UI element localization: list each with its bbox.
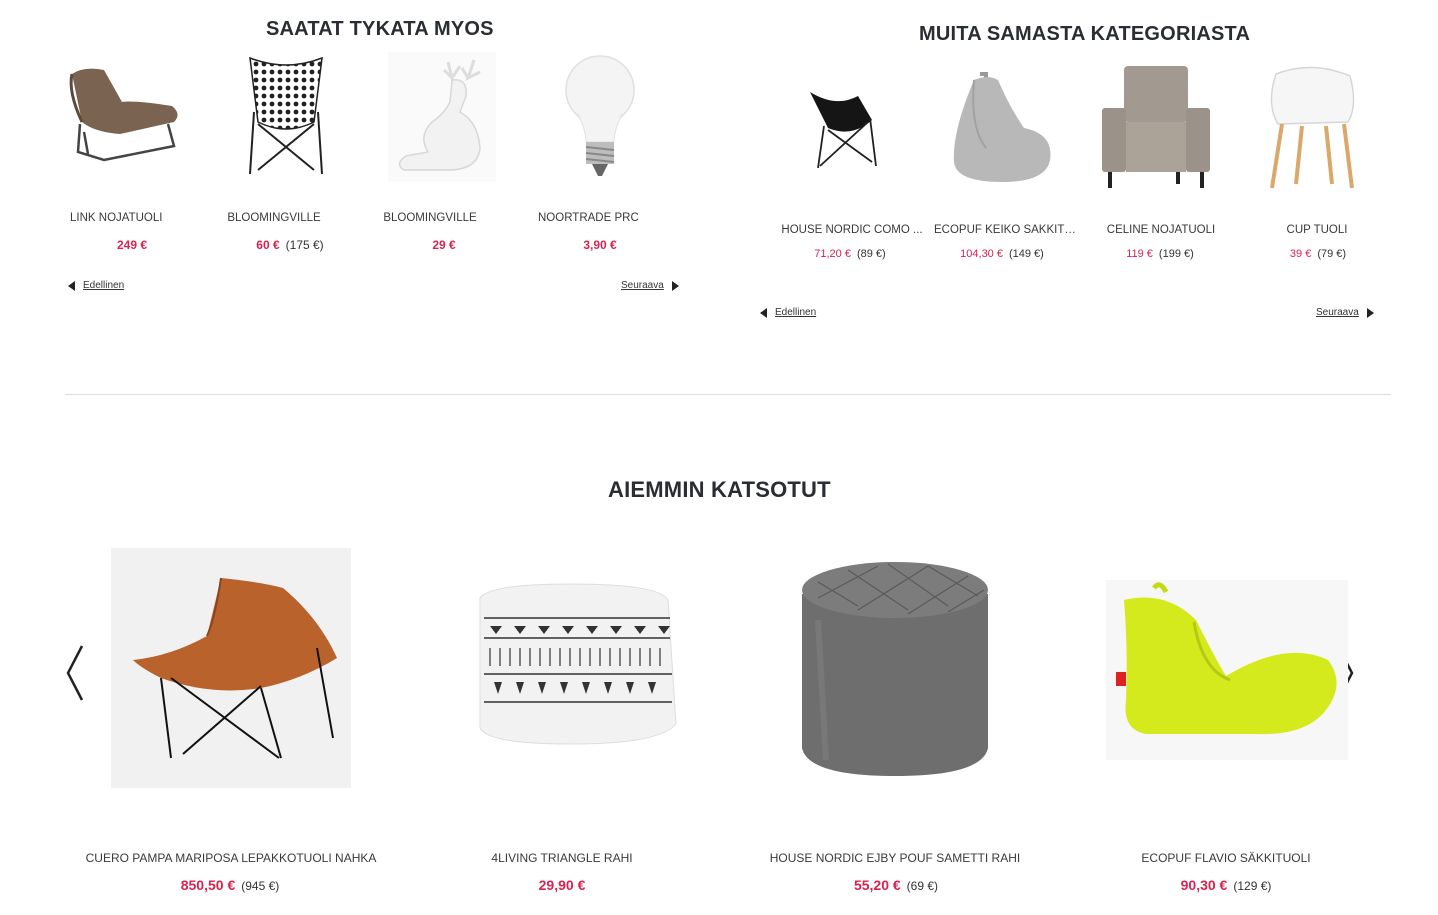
product-name[interactable]: BLOOMINGVILLE xyxy=(214,212,334,224)
product-name[interactable]: CUP TUOLI xyxy=(1256,224,1378,236)
deer-figurine-icon[interactable] xyxy=(388,52,496,182)
product-name[interactable]: NOORTRADE PRC xyxy=(538,212,639,224)
product-name[interactable]: LINK NOJATUOLI xyxy=(70,212,190,224)
leather-butterfly-chair-icon[interactable] xyxy=(111,548,351,788)
original-price: (149 €) xyxy=(1008,248,1044,260)
arrow-right-icon xyxy=(671,280,679,291)
prev-link[interactable]: Edellinen xyxy=(68,280,124,291)
product-price: 29,90 € xyxy=(462,877,662,893)
product-price: 29 € xyxy=(384,238,504,252)
lounge-chair-icon[interactable] xyxy=(64,62,184,172)
product-price: 60 € (175 €) xyxy=(220,238,360,252)
recently-viewed-title: AIEMMIN KATSOTUT xyxy=(608,477,831,502)
sale-price: 39 € xyxy=(1289,248,1312,260)
product-price: 39 € (79 €) xyxy=(1256,248,1380,260)
chevron-left-icon[interactable] xyxy=(62,642,88,704)
product-name[interactable]: CUERO PAMPA MARIPOSA LEPAKKOTUOLI NAHKA xyxy=(80,851,382,865)
next-link[interactable]: Seuraava xyxy=(621,280,679,291)
light-bulb-icon[interactable] xyxy=(562,54,638,180)
armchair-icon[interactable] xyxy=(1100,66,1212,190)
next-link[interactable]: Seuraava xyxy=(1316,307,1374,318)
product-price: 71,20 € (89 €) xyxy=(788,248,912,260)
butterfly-chair-icon[interactable] xyxy=(236,52,336,182)
original-price: (89 €) xyxy=(856,248,886,260)
original-price: (129 €) xyxy=(1233,879,1272,893)
product-name[interactable]: HOUSE NORDIC COMO ... xyxy=(780,224,924,236)
original-price: (175 €) xyxy=(285,238,324,252)
chair-icon[interactable] xyxy=(1264,66,1360,190)
prev-label: Edellinen xyxy=(775,307,817,318)
sale-price: 29,90 € xyxy=(538,877,586,893)
product-name[interactable]: 4LIVING TRIANGLE RAHI xyxy=(460,851,664,865)
sale-price: 249 € xyxy=(116,238,148,252)
prev-label: Edellinen xyxy=(83,280,125,291)
original-price: (199 €) xyxy=(1158,248,1194,260)
sale-price: 850,50 € xyxy=(180,877,236,893)
product-price: 104,30 € (149 €) xyxy=(940,248,1064,260)
product-name[interactable]: HOUSE NORDIC EJBY POUF SAMETTI RAHI xyxy=(766,851,1024,865)
product-price: 249 € xyxy=(70,238,194,252)
product-price: 90,30 € (129 €) xyxy=(1126,877,1326,893)
butterfly-chair-icon[interactable] xyxy=(806,86,884,174)
sale-price: 71,20 € xyxy=(814,248,851,260)
bean-bag-icon[interactable] xyxy=(950,68,1054,188)
sale-price: 119 € xyxy=(1126,248,1153,260)
product-name[interactable]: ECOPUF KEIKO SÄKKITU... xyxy=(934,224,1082,236)
yellow-bean-bag-icon[interactable] xyxy=(1106,580,1348,760)
product-name[interactable]: CELINE NOJATUOLI xyxy=(1092,224,1230,236)
same-category-title: MUITA SAMASTA KATEGORIASTA xyxy=(919,23,1251,45)
original-price: (69 €) xyxy=(906,879,939,893)
prev-link[interactable]: Edellinen xyxy=(760,307,816,318)
velvet-pouf-icon[interactable] xyxy=(798,560,992,778)
arrow-right-icon xyxy=(1366,307,1374,318)
arrow-left-icon xyxy=(760,307,767,318)
product-price: 850,50 € (945 €) xyxy=(130,877,330,893)
product-price: 3,90 € xyxy=(540,238,660,252)
product-name[interactable]: ECOPUF FLAVIO SÄKKITUOLI xyxy=(1130,851,1322,865)
section-divider xyxy=(65,394,1391,395)
product-name[interactable]: BLOOMINGVILLE xyxy=(370,212,490,224)
original-price: (945 €) xyxy=(241,879,280,893)
may-like-title: SAATAT TYKATA MYOS xyxy=(266,18,494,40)
next-label: Seuraava xyxy=(1316,307,1359,318)
sale-price: 29 € xyxy=(432,238,456,252)
sale-price: 3,90 € xyxy=(583,238,617,252)
sale-price: 55,20 € xyxy=(853,877,901,893)
arrow-left-icon xyxy=(68,280,75,291)
sale-price: 90,30 € xyxy=(1180,877,1228,893)
product-price: 55,20 € (69 €) xyxy=(796,877,996,893)
product-price: 119 € (199 €) xyxy=(1098,248,1222,260)
pouf-icon[interactable] xyxy=(470,578,682,750)
sale-price: 104,30 € xyxy=(960,248,1003,260)
original-price: (79 €) xyxy=(1317,248,1347,260)
next-label: Seuraava xyxy=(621,280,664,291)
sale-price: 60 € xyxy=(256,238,280,252)
